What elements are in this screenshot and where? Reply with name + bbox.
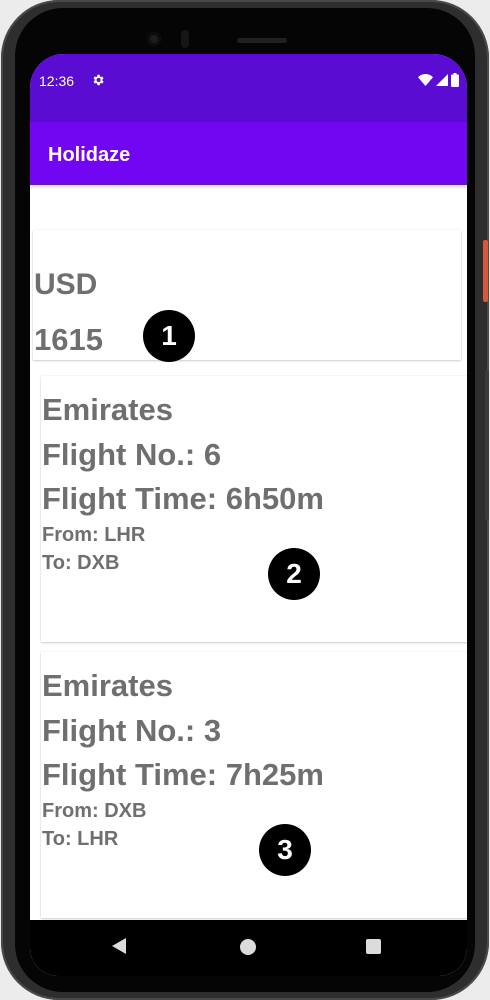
home-icon[interactable] [240,939,256,955]
wifi-icon [418,74,433,86]
device-screen: 12:36 Holidaze USD 1615 Emirates Flight … [30,54,467,976]
power-button [483,240,488,302]
recents-icon[interactable] [366,939,381,954]
flight-to: To: LHR [42,828,119,850]
earpiece-speaker [237,38,287,43]
status-bar: 12:36 [30,54,467,122]
flight-number: Flight No.: 3 [42,713,222,748]
app-bar: Holidaze [30,122,467,185]
currency-card[interactable]: USD 1615 [33,230,461,360]
annotation-marker: 3 [259,824,311,876]
status-icons [418,73,459,87]
flight-number: Flight No.: 6 [42,437,222,472]
proximity-sensor [181,30,189,48]
currency-amount: 1615 [34,322,103,357]
annotation-marker: 1 [143,310,195,362]
signal-icon [436,74,448,86]
volume-button [485,370,489,520]
phone-frame: 12:36 Holidaze USD 1615 Emirates Flight … [1,0,489,1000]
back-icon[interactable] [112,938,126,954]
flight-card[interactable]: Emirates Flight No.: 6 Flight Time: 6h50… [41,376,467,642]
annotation-marker: 2 [268,548,320,600]
flight-time: Flight Time: 7h25m [42,757,324,792]
status-time: 12:36 [39,73,75,89]
currency-label: USD [34,268,98,301]
app-title: Holidaze [48,144,131,166]
flight-from: From: DXB [42,800,147,822]
flight-to: To: DXB [42,552,120,574]
front-camera [147,32,161,46]
flight-time: Flight Time: 6h50m [42,481,324,516]
airline-name: Emirates [42,668,173,703]
airline-name: Emirates [42,392,173,427]
flight-from: From: LHR [42,524,146,546]
flight-card[interactable]: Emirates Flight No.: 3 Flight Time: 7h25… [41,652,467,918]
battery-icon [451,73,459,87]
gear-icon [93,74,104,86]
nav-bar [30,920,467,976]
